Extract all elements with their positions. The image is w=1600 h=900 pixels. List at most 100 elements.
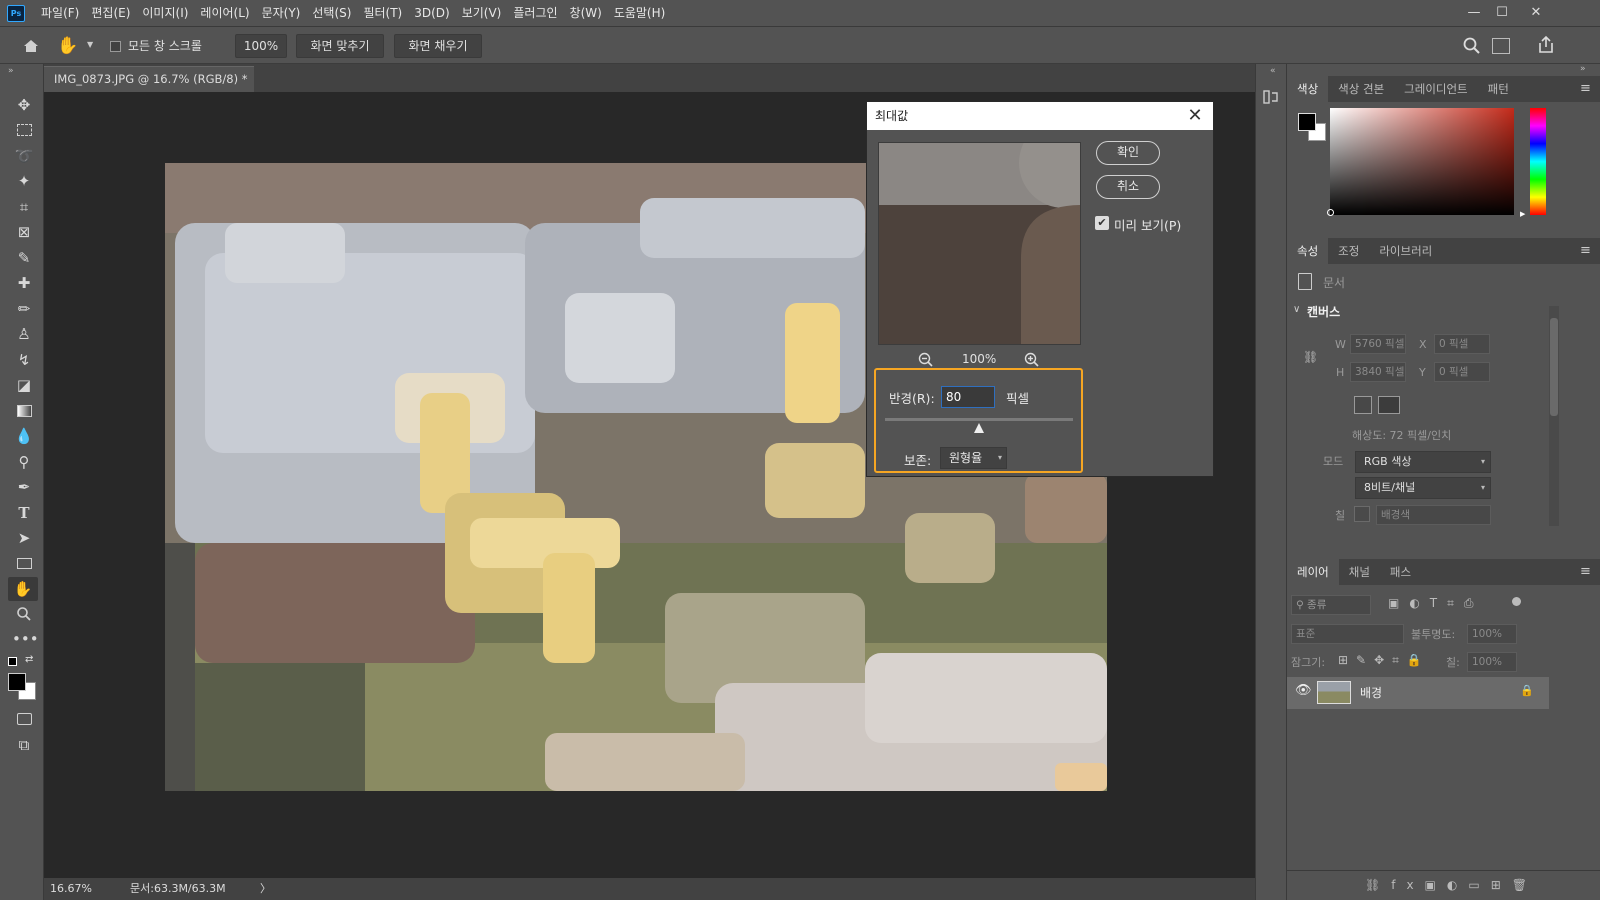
move-tool-icon[interactable]: ✥ bbox=[12, 94, 36, 116]
pen-tool-icon[interactable]: ✒ bbox=[12, 476, 36, 498]
gradient-tool-icon[interactable] bbox=[12, 400, 36, 422]
collapse-arrows-icon[interactable]: « bbox=[1270, 66, 1276, 76]
menu-image[interactable]: 이미지(I) bbox=[136, 0, 194, 27]
foreground-color-swatch[interactable] bbox=[8, 673, 26, 691]
tab-swatches[interactable]: 색상 견본 bbox=[1328, 76, 1394, 102]
tab-properties[interactable]: 속성 bbox=[1287, 238, 1329, 264]
zoom-out-icon[interactable] bbox=[917, 351, 935, 369]
link-icon[interactable]: ⛓ bbox=[1303, 350, 1318, 364]
minimize-button[interactable]: — bbox=[1460, 3, 1488, 23]
blend-mode-select[interactable]: 표준 bbox=[1291, 624, 1404, 644]
foreground-color-swatch[interactable] bbox=[1298, 113, 1316, 131]
history-panel-icon[interactable] bbox=[1262, 88, 1280, 106]
screen-mode-icon[interactable]: ⧉ bbox=[12, 734, 36, 756]
healing-brush-tool-icon[interactable]: ✚ bbox=[12, 272, 36, 294]
dodge-tool-icon[interactable]: ⚲ bbox=[12, 451, 36, 473]
fill-screen-button[interactable]: 화면 채우기 bbox=[394, 34, 482, 58]
tab-gradients[interactable]: 그레이디언트 bbox=[1394, 76, 1477, 102]
document-tab[interactable]: IMG_0873.JPG @ 16.7% (RGB/8) * × bbox=[44, 66, 254, 110]
fill-select[interactable]: 배경색 bbox=[1376, 505, 1491, 525]
frame-tool-icon[interactable]: ⊠ bbox=[12, 221, 36, 243]
layer-row[interactable]: 👁 배경 🔒 bbox=[1287, 677, 1549, 709]
menu-type[interactable]: 문자(Y) bbox=[256, 0, 307, 27]
ok-button[interactable]: 확인 bbox=[1096, 141, 1160, 165]
y-field[interactable]: 0 픽셀 bbox=[1434, 362, 1490, 382]
rectangle-tool-icon[interactable] bbox=[12, 553, 36, 575]
fit-screen-button[interactable]: 화면 맞추기 bbox=[296, 34, 384, 58]
tab-color[interactable]: 색상 bbox=[1287, 76, 1329, 102]
marquee-tool-icon[interactable] bbox=[12, 119, 36, 141]
tab-adjustments[interactable]: 조정 bbox=[1328, 238, 1369, 264]
tab-channels[interactable]: 채널 bbox=[1339, 559, 1380, 585]
clone-stamp-tool-icon[interactable]: ♙ bbox=[12, 323, 36, 345]
preview-label[interactable]: 미리 보기(P) bbox=[1114, 215, 1181, 234]
width-field[interactable]: 5760 픽셀 bbox=[1350, 334, 1406, 354]
layer-actions-icons[interactable]: ⛓fx▣◐▭⊞🗑 bbox=[1365, 878, 1538, 892]
menu-view[interactable]: 보기(V) bbox=[456, 0, 508, 27]
menu-file[interactable]: 파일(F) bbox=[35, 0, 85, 27]
scroll-all-checkbox[interactable] bbox=[110, 41, 121, 52]
eye-icon[interactable]: 👁 bbox=[1295, 683, 1312, 698]
brush-tool-icon[interactable]: ✏ bbox=[12, 298, 36, 320]
hand-tool-icon[interactable]: ✋ bbox=[8, 577, 38, 601]
hue-slider-handle[interactable]: ▶ bbox=[1520, 210, 1525, 218]
maximize-button[interactable]: ☐ bbox=[1488, 3, 1516, 23]
menu-plugins[interactable]: 플러그인 bbox=[507, 0, 563, 27]
hand-tool-icon[interactable]: ✋ bbox=[57, 34, 87, 58]
menu-3d[interactable]: 3D(D) bbox=[408, 0, 455, 27]
chevron-down-icon[interactable]: ▼ bbox=[87, 40, 93, 49]
x-field[interactable]: 0 픽셀 bbox=[1434, 334, 1490, 354]
collapse-arrows-icon[interactable]: » bbox=[8, 66, 14, 76]
path-selection-tool-icon[interactable]: ➤ bbox=[12, 527, 36, 549]
portrait-orientation-icon[interactable] bbox=[1354, 396, 1372, 414]
panel-menu-icon[interactable]: ≡ bbox=[1580, 81, 1591, 96]
panel-menu-icon[interactable]: ≡ bbox=[1580, 243, 1591, 258]
color-field[interactable] bbox=[1330, 108, 1514, 215]
cancel-button[interactable]: 취소 bbox=[1096, 175, 1160, 199]
type-tool-icon[interactable]: T bbox=[12, 502, 36, 524]
filter-toggle-icon[interactable] bbox=[1512, 597, 1521, 606]
lasso-tool-icon[interactable]: ➰ bbox=[12, 145, 36, 167]
default-colors-icon[interactable] bbox=[8, 657, 17, 666]
menu-select[interactable]: 선택(S) bbox=[306, 0, 357, 27]
panel-menu-icon[interactable]: ≡ bbox=[1580, 564, 1591, 579]
collapse-arrows-icon[interactable]: » bbox=[1580, 64, 1586, 74]
workspace-icon[interactable] bbox=[1492, 38, 1510, 54]
status-menu-arrow[interactable]: 〉 bbox=[260, 878, 271, 900]
lock-icons[interactable]: ⊞✎✥⌗🔒 bbox=[1338, 653, 1430, 668]
landscape-orientation-icon[interactable] bbox=[1378, 396, 1400, 414]
bit-depth-select[interactable]: 8비트/채널 ▾ bbox=[1355, 477, 1491, 499]
preview-checkbox[interactable]: ✔ bbox=[1095, 216, 1109, 230]
canvas-section-title[interactable]: 캔버스 bbox=[1307, 303, 1340, 320]
menu-edit[interactable]: 편집(E) bbox=[85, 0, 136, 27]
zoom-level-readout[interactable]: 16.67% bbox=[50, 878, 92, 900]
layer-name[interactable]: 배경 bbox=[1360, 684, 1382, 701]
zoom-100-button[interactable]: 100% bbox=[235, 34, 287, 58]
filter-preview[interactable] bbox=[878, 142, 1081, 345]
tab-libraries[interactable]: 라이브러리 bbox=[1369, 238, 1442, 264]
swap-colors-icon[interactable]: ⇄ bbox=[25, 654, 33, 665]
quick-mask-icon[interactable] bbox=[12, 708, 36, 730]
home-icon[interactable] bbox=[20, 35, 42, 57]
layer-filter-select[interactable]: ⚲ 종류 bbox=[1291, 595, 1371, 615]
history-brush-tool-icon[interactable]: ↯ bbox=[12, 349, 36, 371]
menu-filter[interactable]: 필터(T) bbox=[357, 0, 408, 27]
tab-paths[interactable]: 패스 bbox=[1380, 559, 1421, 585]
zoom-tool-icon[interactable] bbox=[12, 603, 36, 625]
layer-filter-icons[interactable]: ▣◐T⌗⎙ bbox=[1388, 596, 1484, 611]
menu-help[interactable]: 도움말(H) bbox=[608, 0, 672, 27]
crop-tool-icon[interactable]: ⌗ bbox=[12, 196, 36, 218]
hue-slider[interactable] bbox=[1530, 108, 1546, 215]
height-field[interactable]: 3840 픽셀 bbox=[1350, 362, 1406, 382]
zoom-in-icon[interactable] bbox=[1023, 351, 1041, 369]
eyedropper-tool-icon[interactable]: ✎ bbox=[12, 247, 36, 269]
color-picker-handle[interactable] bbox=[1327, 209, 1334, 216]
color-mode-select[interactable]: RGB 색상 ▾ bbox=[1355, 451, 1491, 473]
share-icon[interactable] bbox=[1536, 34, 1556, 56]
magic-wand-tool-icon[interactable]: ✦ bbox=[12, 170, 36, 192]
tab-layers[interactable]: 레이어 bbox=[1287, 559, 1339, 585]
menu-window[interactable]: 창(W) bbox=[564, 0, 608, 27]
dialog-close-icon[interactable]: ✕ bbox=[1183, 102, 1207, 130]
chevron-down-icon[interactable]: ∨ bbox=[1293, 304, 1300, 315]
menu-layer[interactable]: 레이어(L) bbox=[194, 0, 255, 27]
